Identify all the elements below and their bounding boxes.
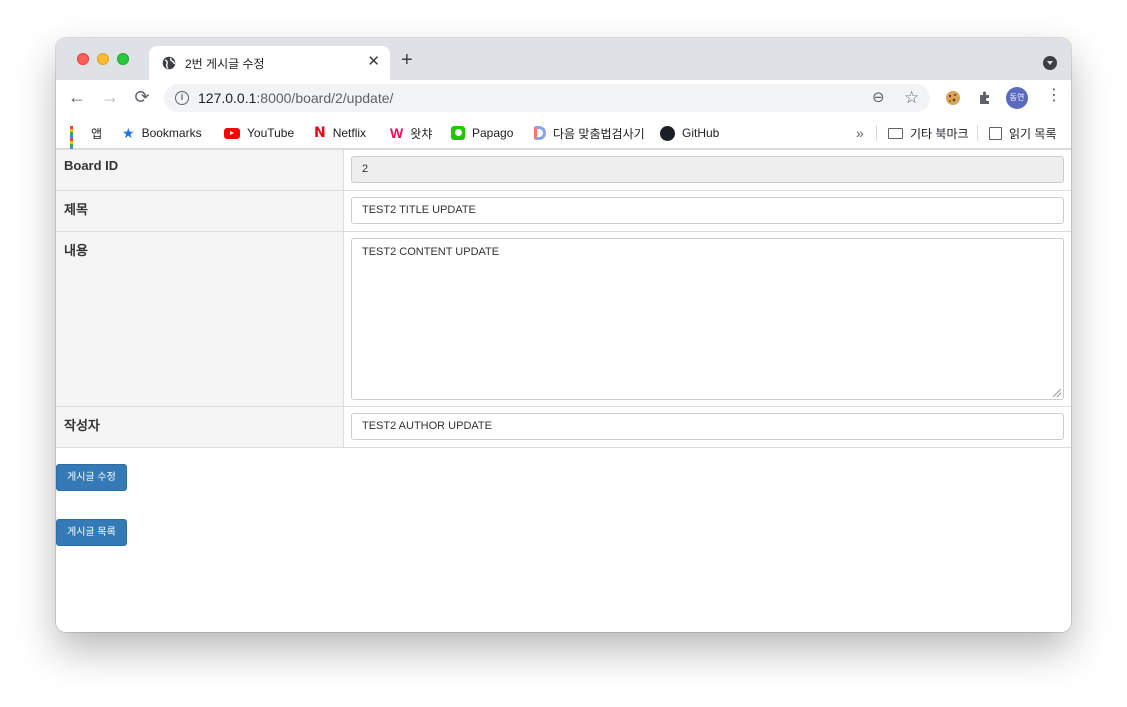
address-bar[interactable]: i 127.0.0.1:8000/board/2/update/ ⊖ ☆ (164, 84, 930, 112)
bookmarks-separator (977, 125, 978, 141)
url-text[interactable]: 127.0.0.1:8000/board/2/update/ (198, 90, 393, 106)
active-tab[interactable]: 2번 게시글 수정 ✕ (149, 46, 390, 80)
reading-list-icon (989, 126, 1002, 140)
title-label: 제목 (56, 190, 344, 232)
navigation-toolbar: ← → ⟳ i 127.0.0.1:8000/board/2/update/ ⊖… (56, 80, 1071, 116)
bookmarks-bar: 앱 ★ Bookmarks YouTube N Netflix W 왓챠 Pap… (56, 116, 1071, 153)
browser-window: 2번 게시글 수정 ✕ + ← → ⟳ i 127.0.0.1:8000/boa… (56, 38, 1071, 632)
post-list-button[interactable]: 게시글 목록 (56, 519, 127, 546)
bookmark-apps[interactable]: 앱 (70, 124, 102, 153)
bookmark-other-folder[interactable]: 기타 북마크 (888, 124, 969, 142)
cookie-extension-icon[interactable] (945, 90, 961, 106)
update-post-button[interactable]: 게시글 수정 (56, 464, 127, 491)
bookmark-youtube[interactable]: YouTube (224, 124, 294, 142)
browser-menu-icon[interactable]: ⋮ (1046, 86, 1062, 106)
board-id-label: Board ID (56, 149, 344, 191)
tab-close-icon[interactable]: ✕ (367, 53, 380, 71)
bookmark-github[interactable]: GitHub (660, 124, 719, 142)
apps-grid-icon (70, 126, 84, 153)
author-input[interactable]: TEST2 AUTHOR UPDATE (351, 413, 1064, 440)
forward-button[interactable]: → (99, 86, 121, 108)
bookmarks-separator (876, 125, 877, 141)
page-content: Board ID 2 제목 TEST2 TITLE UPDATE 내용 TEST… (56, 149, 1071, 632)
watcha-icon: W (390, 125, 404, 141)
tab-title: 2번 게시글 수정 (185, 57, 265, 71)
bookmark-netflix[interactable]: N Netflix (314, 124, 366, 142)
content-textarea[interactable]: TEST2 CONTENT UPDATE (351, 238, 1064, 400)
youtube-icon (224, 127, 240, 139)
info-icon[interactable]: i (175, 91, 189, 105)
resize-grip-icon[interactable] (1053, 389, 1061, 397)
bookmarks-overflow-button[interactable]: » (856, 124, 864, 142)
profile-avatar[interactable]: 동연 (1006, 87, 1028, 109)
window-minimize-button[interactable] (97, 53, 109, 65)
tab-strip: 2번 게시글 수정 ✕ + (56, 38, 1071, 80)
bookmark-bookmarks[interactable]: ★ Bookmarks (122, 124, 202, 142)
form-row-content: 내용 TEST2 CONTENT UPDATE (56, 231, 1071, 407)
papago-icon (451, 126, 465, 140)
bookmark-watcha[interactable]: W 왓챠 (390, 124, 432, 142)
star-icon: ★ (122, 124, 135, 141)
window-maximize-button[interactable] (117, 53, 129, 65)
board-id-field: 2 (351, 156, 1064, 183)
daum-icon (534, 126, 546, 140)
back-button[interactable]: ← (66, 86, 88, 108)
new-tab-button[interactable]: + (401, 50, 413, 70)
reload-button[interactable]: ⟳ (131, 86, 153, 108)
github-icon (660, 125, 675, 141)
board-edit-form: Board ID 2 제목 TEST2 TITLE UPDATE 내용 TEST… (56, 149, 1071, 448)
form-row-title: 제목 TEST2 TITLE UPDATE (56, 190, 1071, 232)
bookmark-star-icon[interactable]: ☆ (904, 89, 919, 107)
netflix-icon: N (314, 125, 326, 141)
content-text: TEST2 CONTENT UPDATE (362, 246, 500, 258)
author-label: 작성자 (56, 406, 344, 448)
window-close-button[interactable] (77, 53, 89, 65)
globe-icon (162, 56, 176, 70)
reading-list-button[interactable]: 읽기 목록 (989, 124, 1057, 142)
title-input[interactable]: TEST2 TITLE UPDATE (351, 197, 1064, 224)
tab-search-icon[interactable] (1043, 56, 1057, 70)
folder-icon (888, 127, 903, 139)
extensions-puzzle-icon[interactable] (977, 90, 993, 106)
bookmark-daum-spellcheck[interactable]: 다음 맞춤법검사기 (534, 124, 645, 142)
zoom-icon[interactable]: ⊖ (872, 89, 885, 107)
form-row-author: 작성자 TEST2 AUTHOR UPDATE (56, 406, 1071, 448)
bookmark-papago[interactable]: Papago (451, 124, 513, 142)
content-label: 내용 (56, 231, 344, 407)
form-row-board-id: Board ID 2 (56, 149, 1071, 191)
